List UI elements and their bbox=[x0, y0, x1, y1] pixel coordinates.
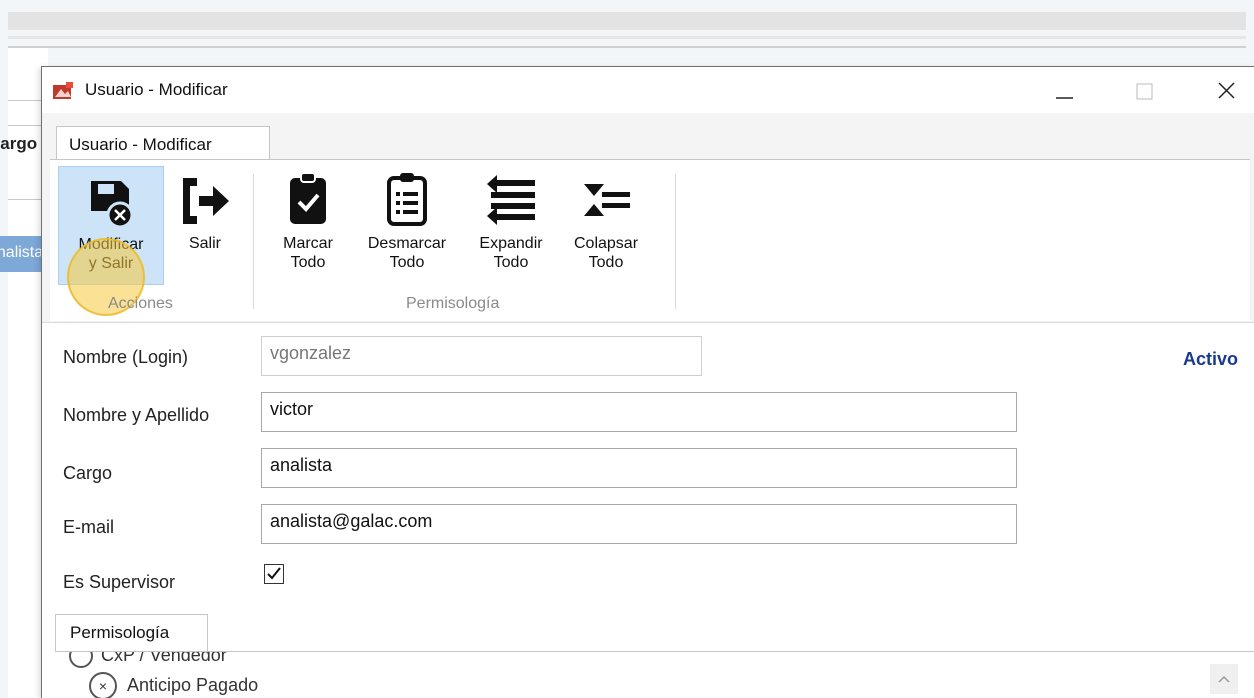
close-icon bbox=[1218, 82, 1235, 99]
clipboard-check-icon bbox=[290, 172, 326, 224]
group-label-acciones: Acciones bbox=[108, 295, 173, 312]
maximize-icon bbox=[1136, 83, 1153, 100]
modificar-y-salir-button[interactable]: Modificar y Salir bbox=[58, 166, 164, 285]
email-field[interactable]: analista@galac.com bbox=[261, 504, 1017, 544]
colapsar-label-line1: Colapsar bbox=[573, 235, 639, 252]
background-toolbar bbox=[8, 12, 1246, 30]
modificar-label-line2: y Salir bbox=[88, 255, 134, 272]
save-close-icon bbox=[91, 181, 134, 229]
tree-item[interactable]: × Anticipo Pagado bbox=[89, 672, 258, 698]
app-icon bbox=[53, 82, 73, 99]
supervisor-checkbox[interactable] bbox=[264, 564, 284, 584]
tree-item-label: CxP / Vendedor bbox=[101, 651, 227, 665]
background-selected-cell: analista bbox=[0, 244, 42, 261]
marcar-todo-button[interactable]: Marcar Todo bbox=[270, 170, 346, 285]
cargo-label: Cargo bbox=[63, 463, 113, 483]
minimize-button[interactable] bbox=[1042, 75, 1088, 107]
permissions-tree: CxP / Vendedor × Anticipo Pagado bbox=[55, 651, 1254, 698]
exit-icon bbox=[183, 178, 229, 224]
expandir-label-line2: Todo bbox=[493, 254, 529, 271]
group-separator bbox=[675, 174, 676, 309]
checkmark-icon bbox=[267, 567, 281, 580]
chevron-up-icon bbox=[1218, 675, 1230, 683]
name-field[interactable]: victor bbox=[261, 392, 1017, 432]
background-top bbox=[0, 0, 1254, 12]
background-rule bbox=[8, 199, 42, 200]
expandir-todo-button[interactable]: Expandir Todo bbox=[470, 170, 552, 285]
name-label: Nombre y Apellido bbox=[63, 405, 210, 425]
modificar-label-line1: Modificar bbox=[78, 236, 144, 253]
scroll-up-button[interactable] bbox=[1210, 664, 1238, 694]
user-modify-dialog: Usuario - Modificar Usuario - Modificar … bbox=[41, 66, 1254, 698]
collapse-icon bbox=[584, 184, 630, 216]
email-label: E-mail bbox=[63, 517, 115, 537]
group-label-permisologia: Permisología bbox=[406, 295, 500, 312]
desmarcar-label-line1: Desmarcar bbox=[367, 235, 447, 252]
cargo-field[interactable]: analista bbox=[261, 448, 1017, 488]
desmarcar-todo-button[interactable]: Desmarcar Todo bbox=[352, 170, 462, 285]
background-divider bbox=[8, 46, 1246, 48]
status-badge: Activo bbox=[1183, 349, 1239, 369]
colapsar-label-line2: Todo bbox=[588, 254, 624, 271]
login-label: Nombre (Login) bbox=[63, 347, 189, 367]
background-rule bbox=[8, 125, 42, 126]
minimize-icon bbox=[1056, 97, 1073, 99]
colapsar-todo-button[interactable]: Colapsar Todo bbox=[560, 170, 652, 285]
salir-button[interactable]: Salir bbox=[170, 172, 240, 282]
expandir-label-line1: Expandir bbox=[479, 235, 543, 252]
maximize-button[interactable] bbox=[1122, 75, 1168, 107]
background-divider bbox=[8, 36, 1246, 39]
expand-toggle-icon[interactable]: × bbox=[89, 672, 117, 698]
group-separator bbox=[253, 174, 254, 309]
tab-permisologia[interactable]: Permisología bbox=[55, 614, 208, 652]
window-title: Usuario - Modificar bbox=[85, 80, 228, 99]
login-field: vgonzalez bbox=[261, 336, 702, 376]
marcar-label-line1: Marcar bbox=[283, 235, 333, 252]
tree-item[interactable]: CxP / Vendedor bbox=[69, 651, 227, 668]
expand-toggle-icon[interactable] bbox=[69, 652, 93, 668]
ribbon-tab-usuario-modificar[interactable]: Usuario - Modificar bbox=[56, 126, 270, 160]
supervisor-label: Es Supervisor bbox=[63, 572, 176, 592]
clipboard-list-icon bbox=[387, 173, 427, 226]
title-bar[interactable]: Usuario - Modificar bbox=[42, 67, 1254, 113]
background-rule bbox=[8, 100, 42, 101]
marcar-label-line2: Todo bbox=[290, 254, 326, 271]
tree-item-label: Anticipo Pagado bbox=[127, 674, 259, 695]
salir-label: Salir bbox=[188, 235, 221, 252]
close-button[interactable] bbox=[1202, 75, 1248, 107]
background-column-header[interactable]: Cargo bbox=[0, 134, 42, 154]
expand-icon bbox=[487, 175, 535, 225]
desmarcar-label-line2: Todo bbox=[389, 254, 425, 271]
